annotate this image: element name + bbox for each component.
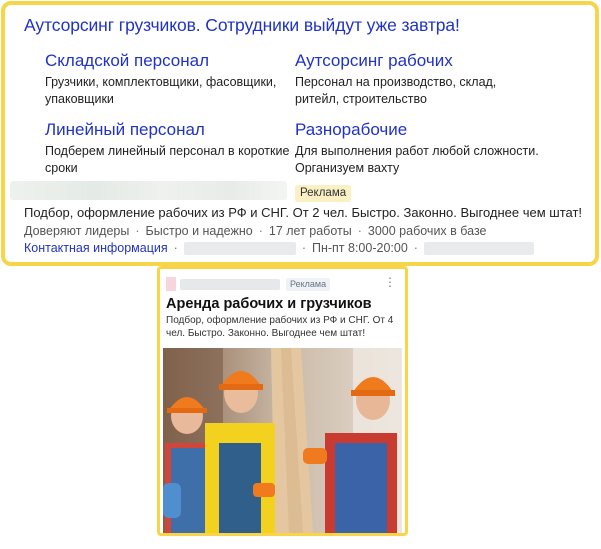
sitelink-outsourcing-workers: Аутсорсинг рабочих Персонал на производс… xyxy=(295,50,540,108)
ad-title-link[interactable]: Аутсорсинг грузчиков. Сотрудники выйдут … xyxy=(24,15,460,36)
separator: · xyxy=(413,241,418,255)
callout: Доверяют лидеры xyxy=(24,224,130,238)
ad-callouts: Доверяют лидеры · Быстро и надежно · 17 лет … xyxy=(24,224,487,238)
blurred-url xyxy=(10,181,287,200)
ad-text: Подбор, оформление рабочих из РФ и СНГ. … xyxy=(166,315,394,339)
blurred-phone xyxy=(183,242,296,256)
sitelink-warehouse-staff: Складской персонал Грузчики, комплектовщ… xyxy=(45,50,290,108)
sitelink-description: Подберем линейный персонал в короткие ср… xyxy=(45,144,290,175)
ad-badge: Реклама xyxy=(286,278,331,291)
ad-badge: Реклама xyxy=(295,185,352,202)
favicon-icon xyxy=(166,277,176,291)
ad-title[interactable]: Аренда рабочих и грузчиков xyxy=(166,296,372,312)
workers-photo[interactable] xyxy=(163,348,402,533)
workers-illustration xyxy=(163,348,402,533)
image-ad-card[interactable]: Реклама ⋮ Аренда рабочих и грузчиков Под… xyxy=(157,266,408,536)
contacts-row: Контактная информация · · Пн-пт 8:00-20:00 · xyxy=(24,241,534,256)
blurred-address xyxy=(423,242,534,256)
sitelink-title[interactable]: Разнорабочие xyxy=(295,119,540,141)
working-hours: Пн-пт 8:00-20:00 xyxy=(311,241,408,255)
sitelink-title[interactable]: Складской персонал xyxy=(45,50,290,72)
sitelink-description: Грузчики, комплектовщики, фасовщики, упа… xyxy=(45,75,277,106)
separator: · xyxy=(173,241,178,255)
separator: · xyxy=(301,241,306,255)
sitelink-description: Для выполнения работ любой сложности. Ор… xyxy=(295,144,539,175)
more-options-icon[interactable]: ⋮ xyxy=(384,275,396,289)
sitelink-title[interactable]: Линейный персонал xyxy=(45,119,290,141)
separator: · xyxy=(258,224,263,238)
blurred-domain xyxy=(180,279,280,290)
sitelink-description: Персонал на производство, склад, ритейл,… xyxy=(295,75,497,106)
callout: Быстро и надежно xyxy=(145,224,253,238)
search-ad-card: Аутсорсинг грузчиков. Сотрудники выйдут … xyxy=(1,1,599,266)
contacts-link[interactable]: Контактная информация xyxy=(24,241,168,255)
callout: 3000 рабочих в базе xyxy=(367,224,487,238)
sitelink-laborers: Разнорабочие Для выполнения работ любой … xyxy=(295,119,540,177)
sitelink-line-staff: Линейный персонал Подберем линейный перс… xyxy=(45,119,290,177)
ad-header: Реклама ⋮ xyxy=(166,275,399,293)
callout: 17 лет работы xyxy=(268,224,352,238)
sitelink-title[interactable]: Аутсорсинг рабочих xyxy=(295,50,540,72)
separator: · xyxy=(135,224,140,238)
separator: · xyxy=(357,224,362,238)
ad-text: Подбор, оформление рабочих из РФ и СНГ. … xyxy=(24,205,583,220)
